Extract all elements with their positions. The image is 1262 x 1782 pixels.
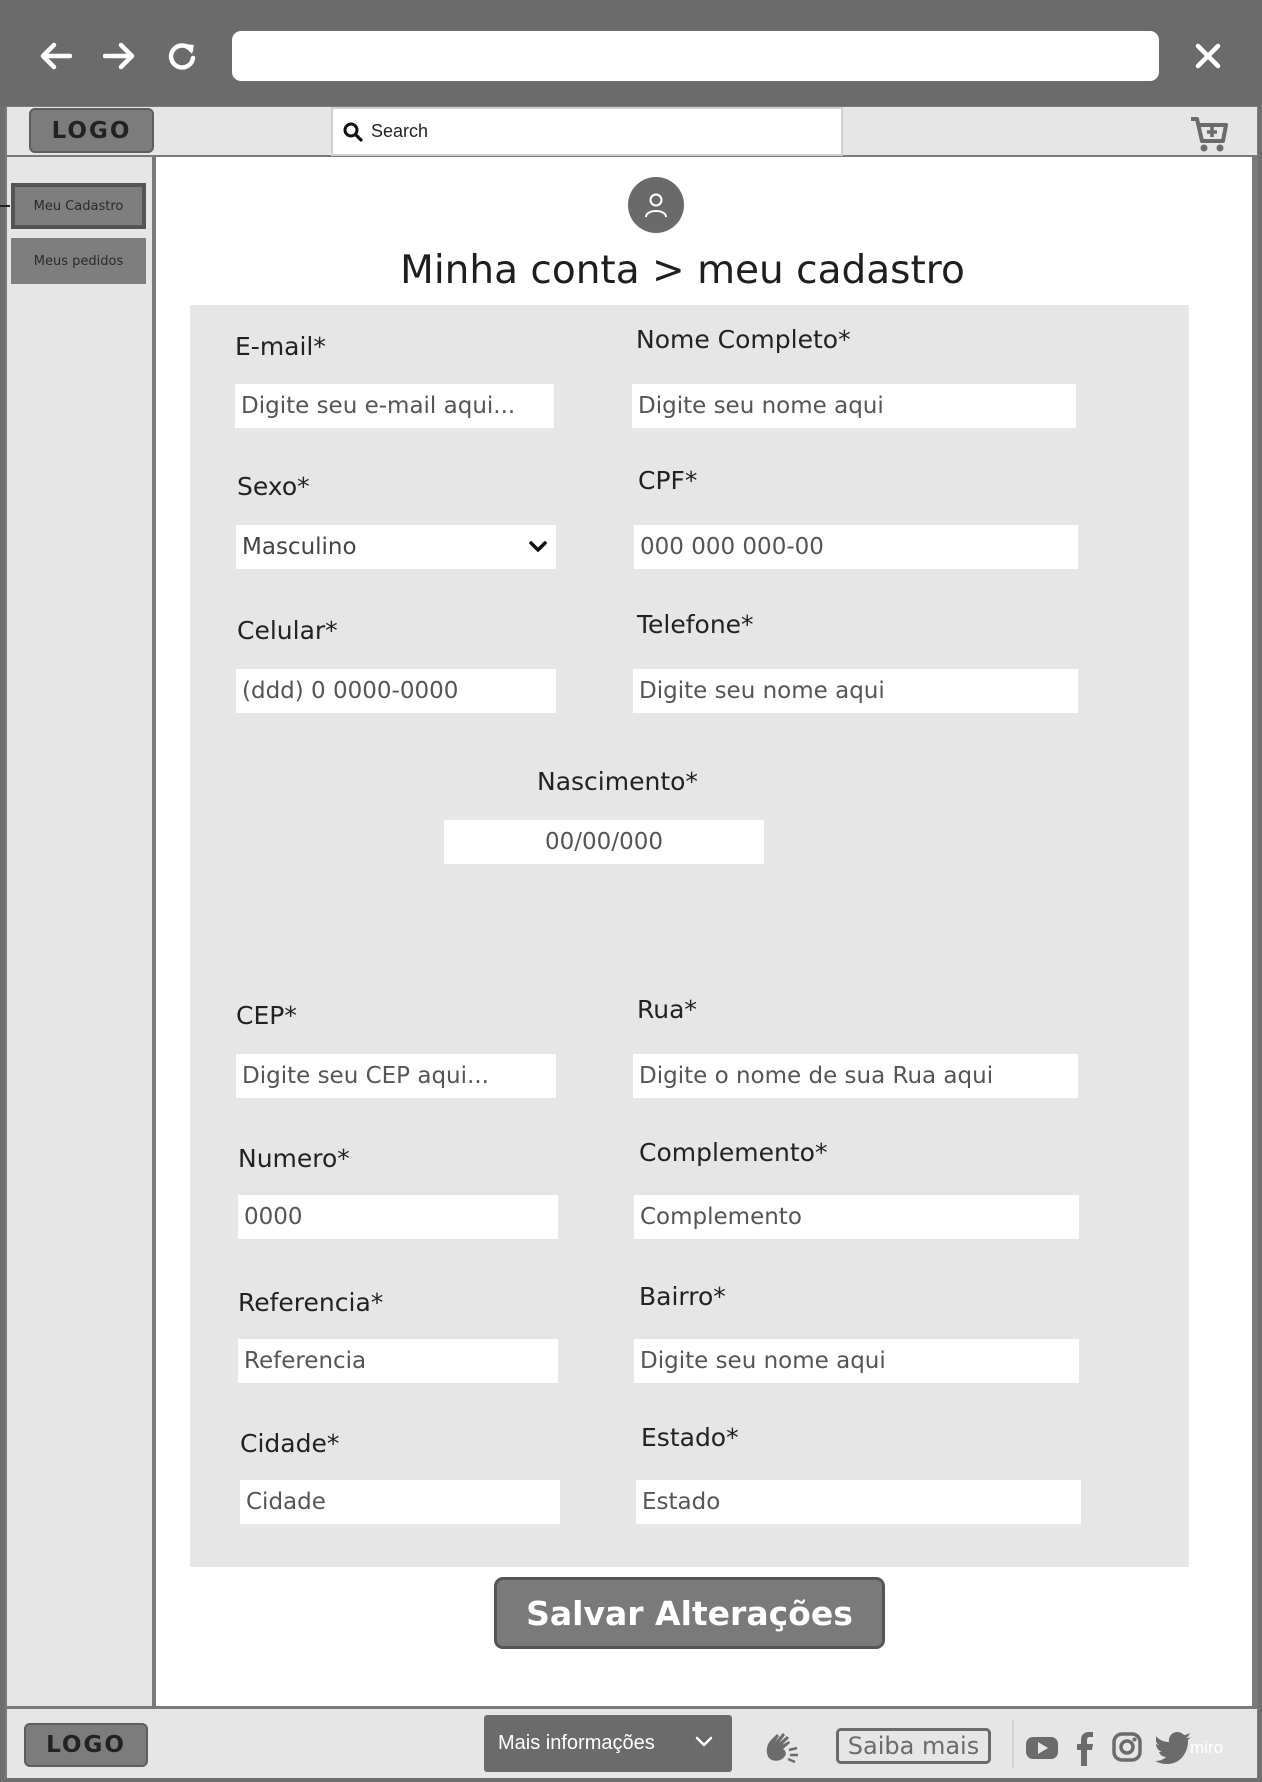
reload-icon[interactable] [160,34,204,78]
sign-language-icon[interactable] [763,1728,801,1768]
chevron-down-icon [694,1735,714,1749]
saiba-mais-button[interactable]: Saiba mais [836,1728,991,1764]
nascimento-field[interactable]: 00/00/000 [444,820,764,864]
sidebar-item-meus-pedidos[interactable]: Meus pedidos [11,238,146,284]
nome-field[interactable]: Digite seu nome aqui [632,384,1076,428]
user-icon [645,193,667,218]
email-label: E-mail* [235,332,326,361]
close-icon[interactable] [1186,34,1230,78]
cidade-label: Cidade* [240,1429,340,1458]
youtube-icon[interactable] [1025,1732,1059,1766]
sexo-value: Masculino [242,534,357,560]
search-input[interactable]: Search [331,107,843,156]
bairro-label: Bairro* [639,1282,726,1311]
cpf-label: CPF* [638,466,698,495]
estado-field[interactable]: Estado [636,1480,1081,1524]
telefone-label: Telefone* [637,610,754,639]
header-logo[interactable]: LOGO [29,108,154,153]
telefone-field[interactable]: Digite seu nome aqui [633,669,1078,713]
sidebar-pointer [0,205,10,207]
email-field[interactable]: Digite seu e-mail aqui... [235,384,554,428]
cart-icon[interactable] [1189,115,1229,157]
estado-label: Estado* [641,1423,739,1452]
nascimento-label: Nascimento* [537,767,698,796]
rua-label: Rua* [637,995,697,1024]
celular-field[interactable]: (ddd) 0 0000-0000 [236,669,556,713]
save-button[interactable]: Salvar Alterações [494,1577,885,1649]
referencia-label: Referencia* [238,1288,384,1317]
more-info-dropdown[interactable]: Mais informações [484,1715,732,1772]
chevron-down-icon [528,540,548,554]
facebook-icon[interactable] [1075,1732,1095,1770]
back-arrow-icon[interactable] [34,34,78,78]
cep-field[interactable]: Digite seu CEP aqui... [236,1054,556,1098]
footer-logo[interactable]: LOGO [24,1723,148,1767]
miro-watermark: miro [1190,1738,1224,1757]
more-info-label: Mais informações [498,1732,655,1754]
bairro-field[interactable]: Digite seu nome aqui [634,1339,1079,1383]
search-icon [343,122,363,142]
avatar[interactable] [628,177,684,233]
twitter-icon[interactable] [1154,1732,1192,1768]
numero-label: Numero* [238,1144,350,1173]
celular-label: Celular* [237,616,338,645]
numero-field[interactable]: 0000 [238,1195,558,1239]
forward-arrow-icon[interactable] [97,34,141,78]
footer-divider [1012,1720,1014,1768]
complemento-label: Complemento* [639,1138,828,1167]
referencia-field[interactable]: Referencia [238,1339,558,1383]
url-bar[interactable] [232,31,1159,81]
page-title: Minha conta > meu cadastro [400,248,965,293]
cep-label: CEP* [236,1001,297,1030]
rua-field[interactable]: Digite o nome de sua Rua aqui [633,1054,1078,1098]
search-placeholder: Search [371,121,429,141]
complemento-field[interactable]: Complemento [634,1195,1079,1239]
cpf-field[interactable]: 000 000 000-00 [634,525,1078,569]
cidade-field[interactable]: Cidade [240,1480,560,1524]
nome-label: Nome Completo* [636,325,851,354]
instagram-icon[interactable] [1112,1732,1142,1766]
sidebar [7,157,152,1706]
sexo-label: Sexo* [237,472,310,501]
sidebar-item-meu-cadastro[interactable]: Meu Cadastro [11,183,146,229]
sexo-select[interactable]: Masculino [236,525,556,569]
